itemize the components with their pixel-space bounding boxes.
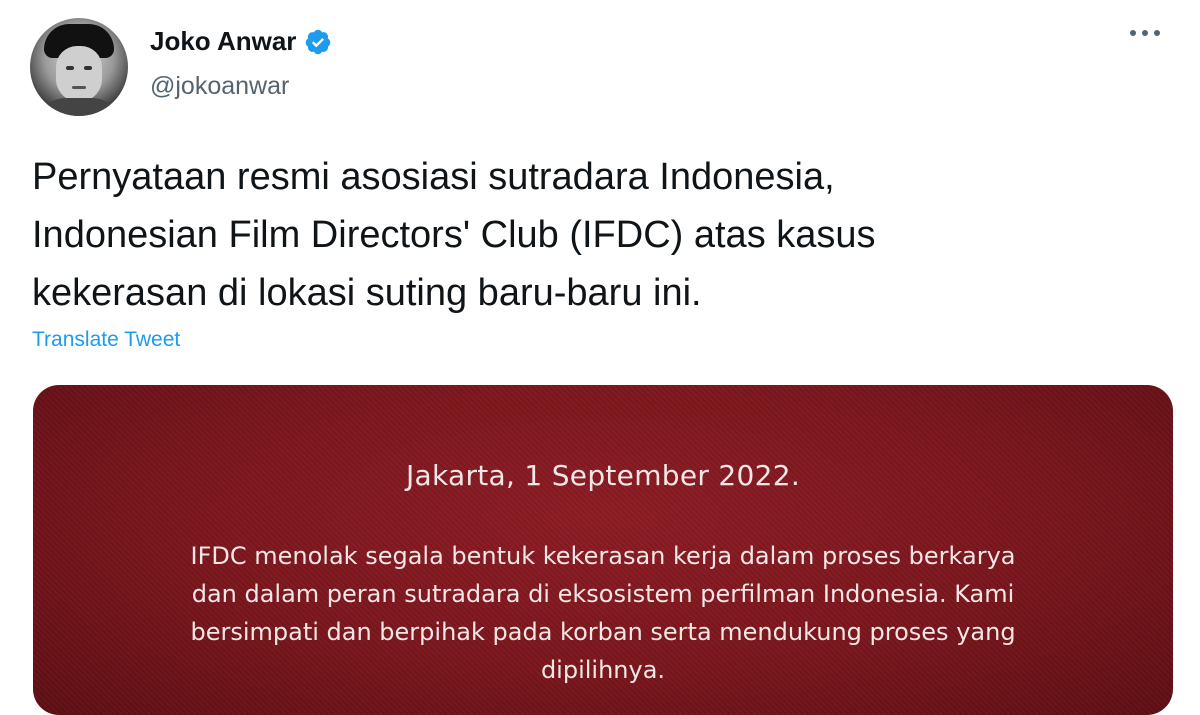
display-name[interactable]: Joko Anwar [150,26,296,57]
tweet-text: Pernyataan resmi asosiasi sutradara Indo… [32,148,1152,322]
avatar-shirt [36,98,122,116]
statement-line: IFDC menolak segala bentuk kekerasan ker… [190,542,1016,570]
statement-date: Jakarta, 1 September 2022. [405,459,801,492]
verified-badge-icon [304,28,332,56]
more-dot [1154,30,1160,36]
statement-line: dipilihnya. [540,656,666,684]
user-name-row: Joko Anwar [150,26,332,57]
avatar-mouth [72,86,86,89]
tweet-text-line: kekerasan di lokasi suting baru-baru ini… [32,272,702,314]
statement-line: dan dalam peran sutradara di eksosistem … [191,580,1015,608]
statement-body: IFDC menolak segala bentuk kekerasan ker… [83,537,1123,689]
tweet-media-image[interactable]: Jakarta, 1 September 2022. IFDC menolak … [33,385,1173,715]
tweet-text-line: Pernyataan resmi asosiasi sutradara Indo… [32,156,835,198]
more-dot [1142,30,1148,36]
translate-tweet-link[interactable]: Translate Tweet [32,328,180,352]
avatar-face [56,46,102,102]
avatar-eye-left [66,66,74,70]
more-options-icon[interactable] [1130,30,1160,36]
avatar-eye-right [84,66,92,70]
user-handle[interactable]: @jokoanwar [150,72,289,101]
statement-line: bersimpati dan berpihak pada korban sert… [190,618,1016,646]
avatar[interactable] [30,18,128,116]
more-dot [1130,30,1136,36]
tweet-text-line: Indonesian Film Directors' Club (IFDC) a… [32,214,876,256]
